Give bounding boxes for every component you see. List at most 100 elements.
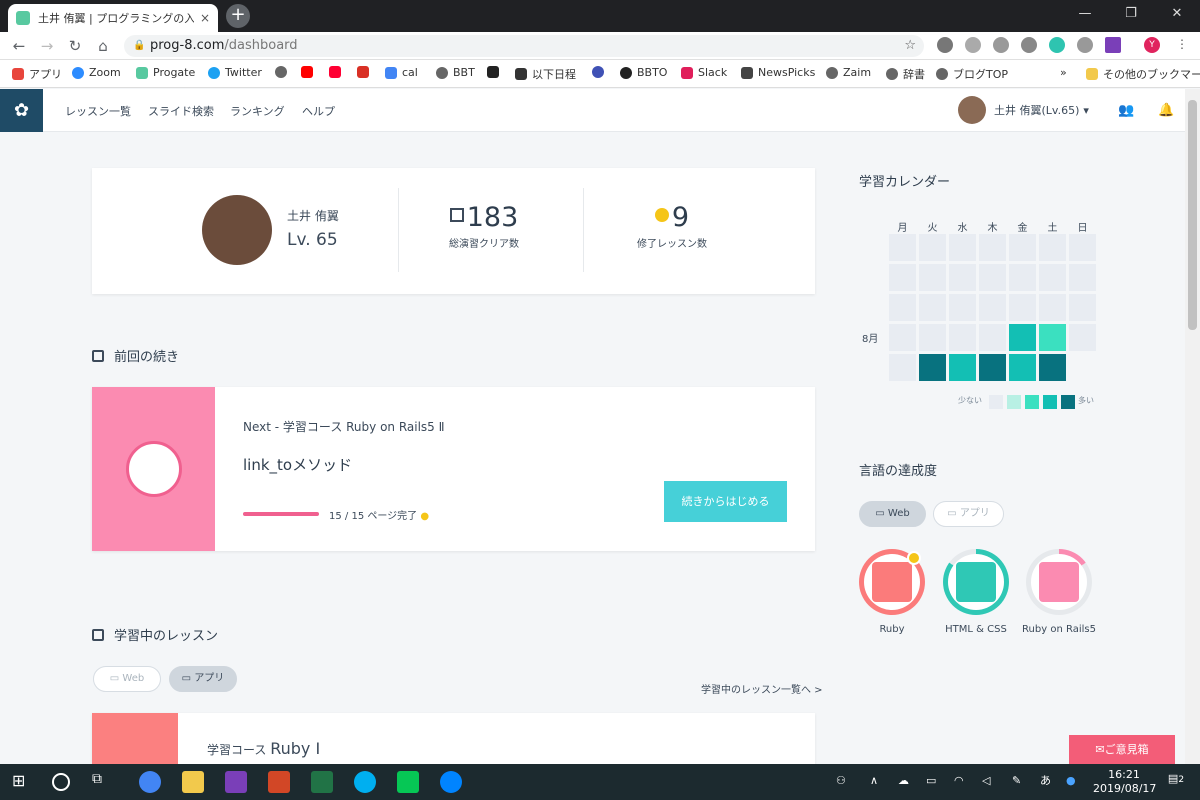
extension-icon[interactable] <box>1049 37 1065 53</box>
wifi-icon[interactable]: ◠ <box>954 774 964 788</box>
bookmark-yahoo[interactable] <box>329 66 346 78</box>
browser-menu-icon[interactable]: ⋮ <box>1174 37 1190 53</box>
extension-icon[interactable] <box>993 37 1009 53</box>
bookmark-star-icon[interactable]: ☆ <box>904 35 916 57</box>
extension-icon[interactable] <box>1021 37 1037 53</box>
bookmark-schedule[interactable]: 以下日程 <box>515 66 576 82</box>
learning-filter-app[interactable]: ▭ アプリ <box>169 666 237 692</box>
notification-center[interactable]: ▤2 <box>1163 772 1189 787</box>
continue-button[interactable]: 続きからはじめる <box>664 481 787 522</box>
other-bookmarks[interactable]: その他のブックマーク <box>1086 66 1200 82</box>
bookmarks-overflow[interactable]: » <box>1060 66 1067 79</box>
line-icon[interactable] <box>397 771 419 793</box>
bell-icon[interactable]: 🔔 <box>1158 103 1174 118</box>
calendar-day-cell[interactable] <box>919 354 946 381</box>
bookmark-progate[interactable]: Progate <box>136 66 195 79</box>
nav-help[interactable]: ヘルプ <box>302 103 335 119</box>
close-tab-icon[interactable]: × <box>200 11 210 25</box>
people-icon[interactable]: ⚇ <box>836 774 846 788</box>
language-filter-web[interactable]: ▭ Web <box>859 501 926 527</box>
user-menu[interactable]: 土井 侑翼(Lv.65) ▾ <box>958 96 1089 124</box>
calendar-day-cell[interactable] <box>1009 264 1036 291</box>
url-input[interactable]: 🔒 prog-8.com/dashboard ☆ <box>124 35 924 57</box>
bookmark-circle[interactable] <box>592 66 609 78</box>
onenote-icon[interactable] <box>225 771 247 793</box>
calendar-day-cell[interactable] <box>889 354 916 381</box>
calendar-day-cell[interactable] <box>979 354 1006 381</box>
battery-icon[interactable]: ▭ <box>926 774 936 788</box>
calendar-day-cell[interactable] <box>979 264 1006 291</box>
calendar-day-cell[interactable] <box>949 264 976 291</box>
minimize-button[interactable]: — <box>1062 0 1108 30</box>
reload-button[interactable]: ↻ <box>65 36 85 56</box>
onenote-extension-icon[interactable] <box>1105 37 1121 53</box>
nav-ranking[interactable]: ランキング <box>230 103 285 119</box>
scrollbar-thumb[interactable] <box>1188 100 1197 330</box>
ime-indicator[interactable]: あ <box>1040 774 1051 788</box>
calendar-day-cell[interactable] <box>1069 324 1096 351</box>
calendar-day-cell[interactable] <box>1009 234 1036 261</box>
bookmark-gmail[interactable] <box>357 66 374 78</box>
file-explorer-icon[interactable] <box>182 771 204 793</box>
calendar-day-cell[interactable] <box>919 324 946 351</box>
extension-icon[interactable] <box>1077 37 1093 53</box>
bookmark-amazon[interactable] <box>487 66 504 78</box>
home-button[interactable]: ⌂ <box>93 36 113 56</box>
powerpoint-icon[interactable] <box>268 771 290 793</box>
calendar-day-cell[interactable] <box>889 324 916 351</box>
feedback-button[interactable]: ✉ご意見箱 <box>1069 735 1175 764</box>
bookmark-zoom[interactable]: Zoom <box>72 66 121 79</box>
calendar-day-cell[interactable] <box>1039 234 1066 261</box>
calendar-day-cell[interactable] <box>1009 294 1036 321</box>
tray-chevron-up-icon[interactable]: ∧ <box>870 774 878 788</box>
calendar-day-cell[interactable] <box>979 234 1006 261</box>
bookmark-blog[interactable]: ブログTOP <box>936 66 1008 82</box>
language-filter-app[interactable]: ▭ アプリ <box>933 501 1004 527</box>
friends-icon[interactable]: 👥 <box>1118 103 1134 118</box>
bookmark-slack[interactable]: Slack <box>681 66 727 79</box>
bookmark-bbt[interactable]: BBT <box>436 66 475 79</box>
nav-lessons[interactable]: レッスン一覧 <box>65 103 131 119</box>
calendar-day-cell[interactable] <box>1069 294 1096 321</box>
bookmark-cal[interactable]: cal <box>385 66 418 79</box>
skype-icon[interactable] <box>354 771 376 793</box>
extension-icon[interactable] <box>965 37 981 53</box>
messenger-icon[interactable] <box>440 771 462 793</box>
windows-start-icon[interactable]: ⊞ <box>12 771 34 793</box>
excel-icon[interactable] <box>311 771 333 793</box>
language-progress-ring[interactable] <box>1026 549 1092 615</box>
bookmark-twitter[interactable]: Twitter <box>208 66 262 79</box>
pen-icon[interactable]: ✎ <box>1012 774 1021 788</box>
calendar-day-cell[interactable] <box>919 234 946 261</box>
calendar-day-cell[interactable] <box>949 294 976 321</box>
profile-avatar[interactable]: Y <box>1144 37 1160 53</box>
calendar-day-cell[interactable] <box>1009 354 1036 381</box>
bookmark-newspicks[interactable]: NewsPicks <box>741 66 815 79</box>
bookmark-zaim[interactable]: Zaim <box>826 66 871 79</box>
calendar-day-cell[interactable] <box>1009 324 1036 351</box>
calendar-day-cell[interactable] <box>889 264 916 291</box>
chrome-icon[interactable] <box>139 771 161 793</box>
clock[interactable]: 16:21 2019/08/17 <box>1093 768 1156 796</box>
bookmark-youtube[interactable] <box>301 66 318 78</box>
security-icon[interactable]: ● <box>1066 774 1076 788</box>
search-icon[interactable] <box>52 773 70 791</box>
nav-slide-search[interactable]: スライド検索 <box>148 103 214 119</box>
learning-course-card[interactable]: 学習コース Ruby Ⅰ <box>92 713 815 764</box>
calendar-day-cell[interactable] <box>979 294 1006 321</box>
close-window-button[interactable]: ✕ <box>1154 0 1200 30</box>
back-button[interactable]: ← <box>9 36 29 56</box>
bookmark-globe[interactable] <box>275 66 292 78</box>
bookmark-apps[interactable]: アプリ <box>12 66 62 82</box>
volume-icon[interactable]: ◁ <box>982 774 990 788</box>
language-progress-ring[interactable] <box>943 549 1009 615</box>
extension-icon[interactable] <box>937 37 953 53</box>
task-view-icon[interactable]: ⧉ <box>92 771 114 793</box>
calendar-day-cell[interactable] <box>949 324 976 351</box>
calendar-day-cell[interactable] <box>1039 294 1066 321</box>
calendar-day-cell[interactable] <box>919 264 946 291</box>
learning-filter-web[interactable]: ▭ Web <box>93 666 161 692</box>
learning-list-link[interactable]: 学習中のレッスン一覧へ > <box>701 681 823 696</box>
forward-button[interactable]: → <box>37 36 57 56</box>
calendar-day-cell[interactable] <box>1039 324 1066 351</box>
